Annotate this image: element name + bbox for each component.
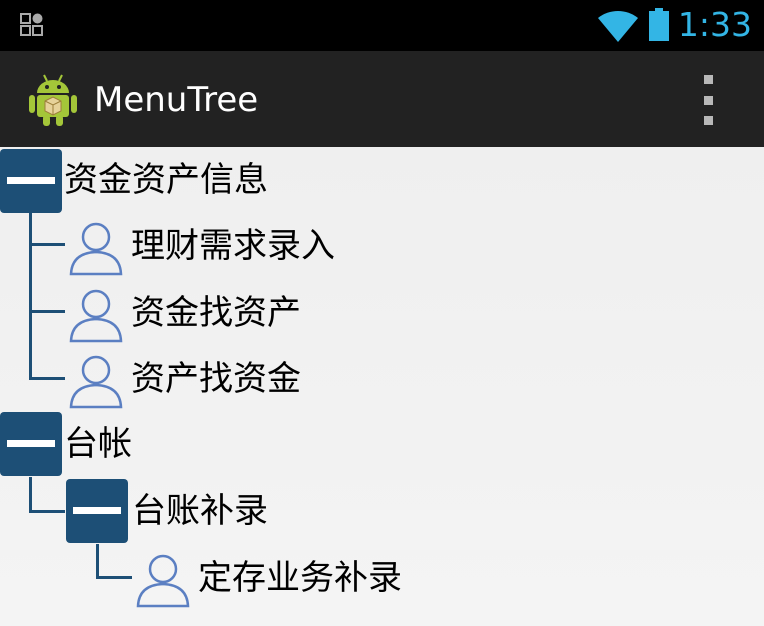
- status-bar: 1:33: [0, 0, 764, 51]
- collapse-toggle-root1[interactable]: [0, 149, 62, 213]
- user-icon: [136, 554, 190, 608]
- collapse-toggle-root2[interactable]: [0, 412, 62, 476]
- tree-leaf-2[interactable]: 资金找资产: [131, 291, 301, 335]
- tree-connector: [29, 510, 65, 513]
- android-app-icon[interactable]: [27, 71, 79, 127]
- tree-connector: [29, 377, 65, 380]
- wifi-icon: [598, 10, 638, 43]
- collapse-toggle-subnode[interactable]: [66, 479, 128, 543]
- tree-leaf-3[interactable]: 资产找资金: [131, 357, 301, 401]
- tree-connector: [29, 477, 32, 513]
- menu-tree: 资金资产信息 理财需求录入 资金找资产 资产找资金 台帐 台账补录 定存业务补录: [0, 147, 764, 626]
- tree-connector: [29, 213, 32, 380]
- clock: 1:33: [677, 5, 752, 44]
- notification-icon: [20, 13, 43, 36]
- action-bar: MenuTree: [0, 51, 764, 147]
- tree-connector: [96, 576, 132, 579]
- user-icon: [69, 289, 123, 343]
- app-title: MenuTree: [94, 80, 259, 120]
- tree-leaf-1[interactable]: 理财需求录入: [131, 224, 335, 268]
- overflow-menu-icon[interactable]: [700, 75, 716, 125]
- tree-connector: [29, 310, 65, 313]
- battery-icon: [649, 8, 669, 41]
- user-icon: [69, 222, 123, 276]
- tree-connector: [96, 544, 99, 579]
- tree-leaf-4[interactable]: 定存业务补录: [198, 556, 402, 600]
- user-icon: [69, 355, 123, 409]
- tree-node-subnode[interactable]: 台账补录: [132, 489, 268, 533]
- tree-node-root1[interactable]: 资金资产信息: [64, 158, 268, 202]
- tree-connector: [29, 243, 65, 246]
- tree-node-root2[interactable]: 台帐: [64, 422, 132, 466]
